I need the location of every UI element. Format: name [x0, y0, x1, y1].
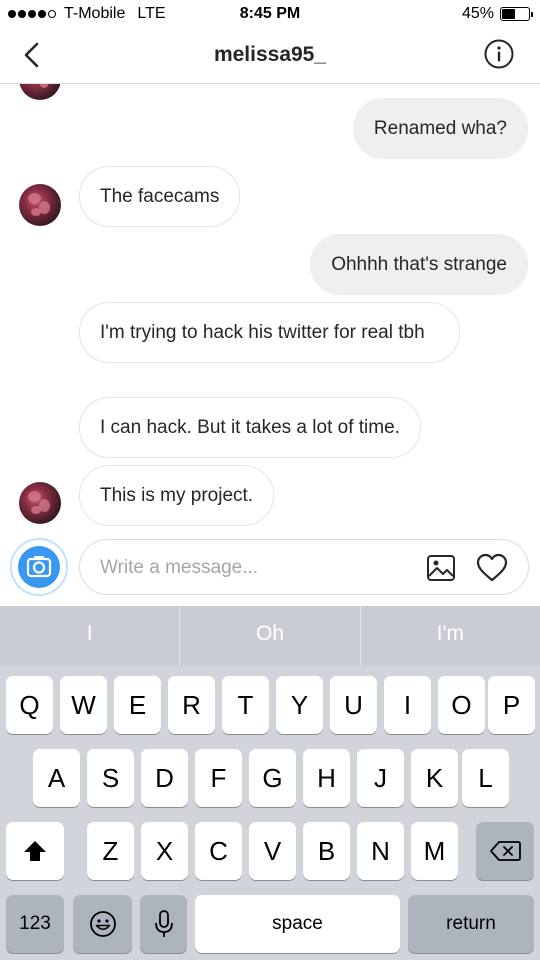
camera-icon: [18, 546, 60, 588]
key-t[interactable]: T: [222, 676, 269, 734]
key-k[interactable]: K: [411, 749, 458, 807]
prediction-suggestion[interactable]: I'm: [359, 606, 540, 666]
message-bubble-sent[interactable]: Renamed wha?: [352, 98, 528, 159]
predictive-text-bar: I Oh I'm: [0, 606, 540, 666]
conversation-header: melissa95_: [0, 30, 540, 84]
battery-status: 45%: [461, 5, 533, 23]
key-x[interactable]: X: [141, 822, 188, 880]
space-key[interactable]: space: [195, 895, 400, 953]
microphone-icon: [154, 910, 173, 937]
key-l[interactable]: L: [462, 749, 509, 807]
key-a[interactable]: A: [33, 749, 80, 807]
message-bubble-received[interactable]: This is my project.: [79, 465, 275, 526]
key-w[interactable]: W: [60, 676, 107, 734]
shift-icon: [24, 841, 46, 861]
numbers-key[interactable]: 123: [6, 895, 64, 953]
key-g[interactable]: G: [249, 749, 296, 807]
message-bubble-sent[interactable]: Ohhhh that's strange: [310, 234, 528, 295]
camera-button[interactable]: [10, 538, 68, 596]
key-h[interactable]: H: [303, 749, 350, 807]
key-c[interactable]: C: [195, 822, 242, 880]
key-q[interactable]: Q: [6, 676, 53, 734]
message-thread[interactable]: Renamed wha? The facecams Ohhhh that's s…: [0, 84, 540, 530]
emoji-key[interactable]: [73, 895, 132, 953]
key-j[interactable]: J: [357, 749, 404, 807]
battery-percent: 45%: [461, 5, 494, 22]
message-bubble-received[interactable]: The facecams: [79, 166, 241, 227]
contact-avatar[interactable]: [19, 482, 61, 524]
key-e[interactable]: E: [114, 676, 161, 734]
microphone-key[interactable]: [140, 895, 187, 953]
gallery-icon[interactable]: [426, 553, 456, 583]
key-r[interactable]: R: [168, 676, 215, 734]
keyboard: I Oh I'm Q W E R T Y U I O P A S D F G H…: [0, 606, 540, 960]
delete-icon: [490, 841, 521, 861]
key-o[interactable]: O: [438, 676, 485, 734]
key-f[interactable]: F: [195, 749, 242, 807]
key-u[interactable]: U: [330, 676, 377, 734]
status-bar: T-Mobile LTE 8:45 PM 45%: [0, 0, 540, 30]
message-composer: [0, 538, 540, 600]
heart-icon[interactable]: [476, 552, 508, 584]
delete-key[interactable]: [476, 822, 534, 880]
key-v[interactable]: V: [249, 822, 296, 880]
contact-avatar[interactable]: [19, 184, 61, 226]
message-input[interactable]: [100, 554, 410, 582]
key-m[interactable]: M: [411, 822, 458, 880]
key-p[interactable]: P: [488, 676, 535, 734]
return-key[interactable]: return: [408, 895, 534, 953]
prediction-suggestion[interactable]: Oh: [179, 606, 359, 666]
clock: 8:45 PM: [239, 5, 301, 22]
key-d[interactable]: D: [141, 749, 188, 807]
message-input-field[interactable]: [79, 539, 529, 595]
key-z[interactable]: Z: [87, 822, 134, 880]
message-bubble-received[interactable]: I can hack. But it takes a lot of time.: [79, 397, 421, 458]
key-b[interactable]: B: [303, 822, 350, 880]
emoji-icon: [89, 911, 116, 937]
prediction-suggestion[interactable]: I: [0, 606, 179, 666]
shift-key[interactable]: [6, 822, 64, 880]
battery-icon: [500, 7, 533, 21]
info-icon[interactable]: [484, 39, 514, 69]
key-y[interactable]: Y: [276, 676, 323, 734]
message-bubble-received[interactable]: I'm trying to hack his twitter for real …: [79, 302, 460, 363]
conversation-title[interactable]: melissa95_: [0, 43, 540, 67]
key-n[interactable]: N: [357, 822, 404, 880]
key-i[interactable]: I: [384, 676, 431, 734]
contact-avatar[interactable]: [19, 84, 61, 100]
key-s[interactable]: S: [87, 749, 134, 807]
